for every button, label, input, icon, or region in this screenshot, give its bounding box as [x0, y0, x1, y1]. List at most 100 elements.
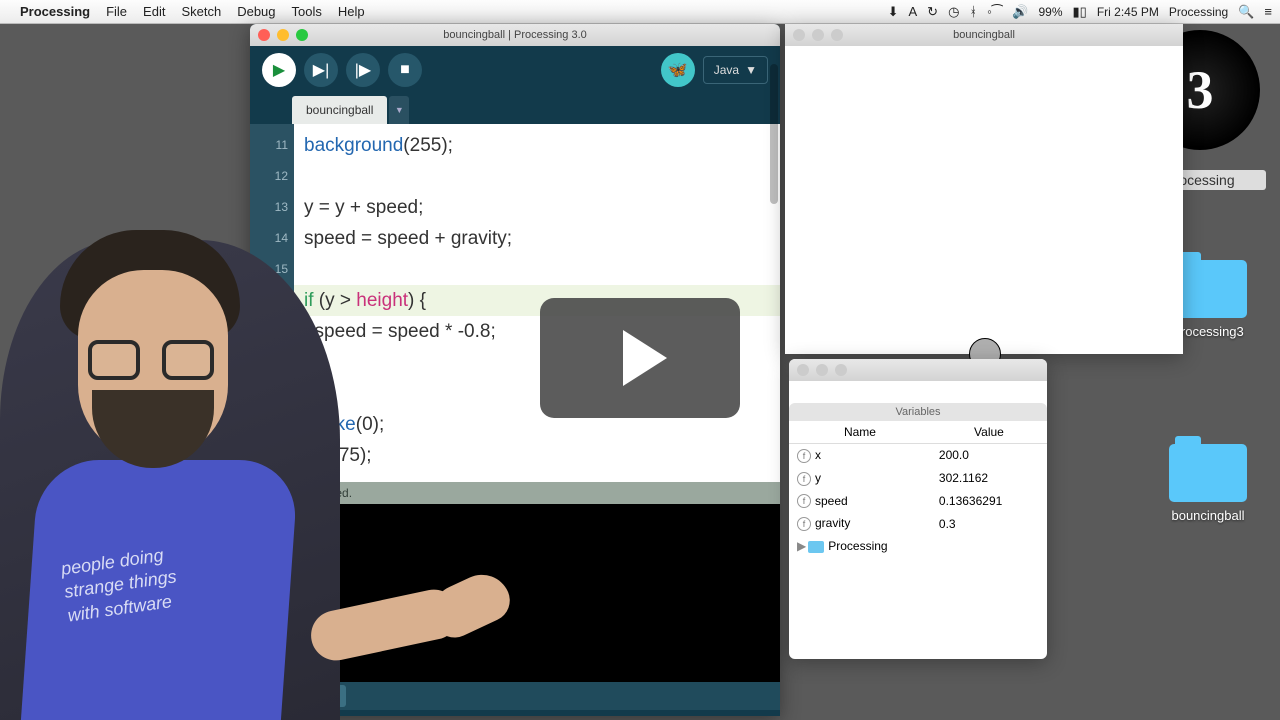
table-row[interactable]: fspeed0.13636291 — [789, 490, 1047, 513]
var-value: 200.0 — [931, 444, 1047, 467]
shirt-text: people doing strange things with softwar… — [60, 542, 182, 627]
line-number: 11 — [250, 130, 288, 161]
zoom-icon[interactable] — [296, 29, 308, 41]
tab-sketch[interactable]: bouncingball — [292, 96, 387, 124]
debug-mode-icon[interactable]: 🦋 — [661, 53, 695, 87]
line-number: 14 — [250, 223, 288, 254]
app-menu: Processing File Edit Sketch Debug Tools … — [20, 4, 365, 19]
console-panel[interactable] — [250, 504, 780, 682]
macos-menubar: Processing File Edit Sketch Debug Tools … — [0, 0, 1280, 24]
adobe-icon[interactable]: A — [909, 4, 918, 19]
sketch-title: bouncingball — [785, 29, 1183, 41]
run-button[interactable]: ▶ — [262, 53, 296, 87]
ide-titlebar[interactable]: bouncingball | Processing 3.0 — [250, 24, 780, 46]
tab-menu-button[interactable]: ▼ — [389, 96, 409, 124]
col-name[interactable]: Name — [789, 421, 931, 444]
code-text: (0); — [356, 414, 385, 435]
notifications-icon[interactable]: ≡ — [1264, 4, 1272, 19]
disclosure-icon[interactable]: ▶ — [797, 539, 806, 553]
table-row[interactable]: fx 200.0 — [789, 444, 1047, 467]
line-number: 21 — [250, 440, 288, 471]
field-icon: f — [797, 517, 811, 531]
tab-bar: bouncingball ▼ — [250, 94, 780, 124]
minimize-icon[interactable] — [816, 364, 828, 376]
menu-sketch[interactable]: Sketch — [181, 4, 221, 19]
sketch-canvas — [785, 46, 1183, 354]
close-icon[interactable] — [793, 29, 805, 41]
notch-icon: ◢ — [262, 689, 271, 703]
language-selector[interactable]: Java ▼ — [703, 56, 768, 84]
chevron-down-icon: ▼ — [745, 63, 757, 77]
stop-button[interactable]: ■ — [388, 53, 422, 87]
timemachine-icon[interactable]: ◷ — [948, 4, 959, 20]
var-name: x — [815, 448, 821, 462]
battery-percent: 99% — [1038, 5, 1062, 19]
volume-icon[interactable]: 🔊 — [1012, 4, 1028, 20]
sketch-window: bouncingball — [785, 24, 1183, 354]
zoom-icon[interactable] — [831, 29, 843, 41]
step-button[interactable]: ▶| — [304, 53, 338, 87]
menu-help[interactable]: Help — [338, 4, 365, 19]
code-keyword: if — [304, 290, 314, 311]
scrollbar-thumb[interactable] — [770, 64, 778, 204]
dropbox-icon[interactable]: ⬇ — [888, 4, 899, 20]
field-icon: f — [797, 472, 811, 486]
line-number: 17 — [250, 316, 288, 347]
field-icon: f — [797, 449, 811, 463]
table-row[interactable]: fy 302.1162 — [789, 467, 1047, 490]
code-text: speed = speed + gravity; — [304, 228, 512, 249]
line-number: 13 — [250, 192, 288, 223]
code-fn: fill — [304, 445, 322, 466]
code-text: (175); — [322, 445, 372, 466]
var-name: Processing — [828, 539, 887, 553]
bluetooth-icon[interactable]: ᚼ — [969, 4, 977, 19]
play-icon — [623, 330, 667, 386]
close-icon[interactable] — [797, 364, 809, 376]
var-value: 302.1162 — [931, 467, 1047, 490]
menu-app[interactable]: Processing — [20, 4, 90, 19]
var-name: gravity — [815, 516, 850, 530]
wifi-icon[interactable]: ◦⁀ — [987, 4, 1002, 20]
desktop-folder-2[interactable]: bouncingball — [1148, 444, 1268, 523]
menu-edit[interactable]: Edit — [143, 4, 165, 19]
code-text: y = y + speed; — [304, 197, 423, 218]
gutter[interactable]: 11 12 13 14 15 16 17 18 19 20 21 — [250, 124, 294, 482]
table-row[interactable]: ▶ Processing — [789, 535, 1047, 557]
line-number: 12 — [250, 161, 288, 192]
zoom-icon[interactable] — [835, 364, 847, 376]
sketch-titlebar[interactable]: bouncingball — [785, 24, 1183, 46]
spotlight-icon[interactable]: 🔍 — [1238, 4, 1254, 20]
close-icon[interactable] — [258, 29, 270, 41]
var-value: 0.3 — [931, 512, 1047, 535]
ide-footer: ◢ Console ⚠ Errors — [250, 682, 780, 710]
video-play-button[interactable] — [540, 298, 740, 418]
minimize-icon[interactable] — [812, 29, 824, 41]
line-number: 20 — [250, 409, 288, 440]
var-name: y — [815, 471, 821, 485]
minimize-icon[interactable] — [277, 29, 289, 41]
var-value: 0.13636291 — [931, 490, 1047, 513]
code-fn: stroke — [304, 414, 356, 435]
sync-icon[interactable]: ↻ — [927, 4, 938, 20]
code-text: (y > — [314, 290, 357, 311]
folder-icon — [1169, 444, 1247, 502]
menu-tools[interactable]: Tools — [292, 4, 322, 19]
code-sysvar: height — [356, 290, 408, 311]
battery-icon[interactable]: ▮▯ — [1073, 4, 1087, 20]
breakpoint-line[interactable]: 16 — [250, 285, 288, 316]
language-label: Java — [714, 63, 739, 77]
menu-file[interactable]: File — [106, 4, 127, 19]
code-text: speed = speed * -0.8; — [304, 321, 496, 342]
variables-titlebar[interactable] — [789, 359, 1047, 381]
col-value[interactable]: Value — [931, 421, 1047, 444]
table-row[interactable]: f gravity 0.3 — [789, 512, 1047, 535]
ide-toolbar: ▶ ▶| |▶ ■ 🦋 Java ▼ — [250, 46, 780, 94]
variables-panel: Variables NameValue fx200.0 fy302.1162 f… — [789, 359, 1047, 659]
errors-tab[interactable]: ⚠ Errors — [279, 685, 346, 707]
rightmost-app[interactable]: Processing — [1169, 5, 1228, 19]
clock[interactable]: Fri 2:45 PM — [1097, 5, 1159, 19]
line-number: 19 — [250, 378, 288, 409]
step-into-button[interactable]: |▶ — [346, 53, 380, 87]
code-fn: background — [304, 135, 403, 156]
menu-debug[interactable]: Debug — [237, 4, 275, 19]
